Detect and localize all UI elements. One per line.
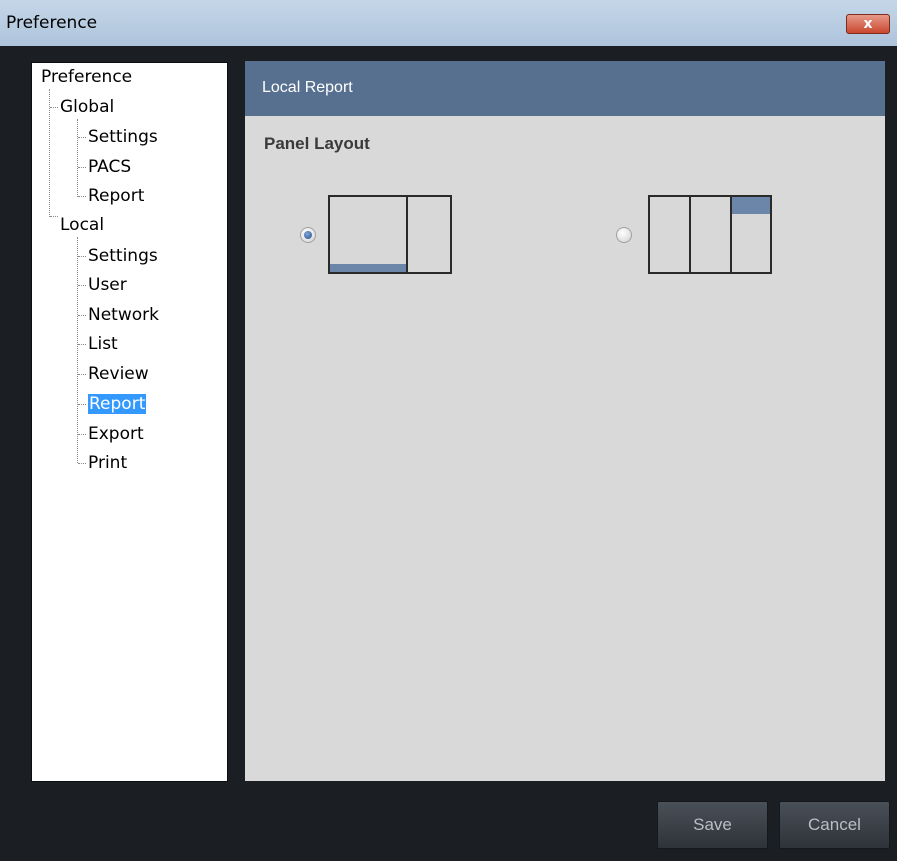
tree-item-label: Export [88, 424, 144, 444]
tree-item-local-print[interactable]: Print [88, 451, 127, 475]
layout-1-bottom-bar [330, 264, 406, 272]
tree-connector [50, 216, 58, 217]
tree-item-label: Report [88, 186, 145, 206]
tree-connector [77, 237, 78, 463]
tree-item-local-network[interactable]: Network [88, 303, 159, 327]
tree-item-local[interactable]: Local [60, 213, 104, 237]
panel-header: Local Report [245, 61, 885, 116]
tree-item-label: Print [88, 453, 128, 473]
panel-title: Local Report [262, 79, 353, 96]
layout-1-main-pane [328, 195, 408, 274]
tree-item-local-list[interactable]: List [88, 332, 118, 356]
tree-item-global-pacs[interactable]: PACS [88, 155, 131, 179]
tree-item-local-review[interactable]: Review [88, 362, 149, 386]
layout-1-radio[interactable] [300, 227, 316, 243]
tree-item-global-report[interactable]: Report [88, 184, 144, 208]
tree-item-label: Report [88, 394, 147, 414]
title-bar[interactable]: Preference x [0, 0, 897, 46]
layout-2-top-bar [732, 197, 770, 214]
tree-item-global[interactable]: Global [60, 95, 114, 119]
tree-connector [78, 137, 86, 138]
preference-tree: Preference Global Settings PACS Report L… [31, 62, 228, 782]
local-report-panel: Local Report Panel Layout [245, 61, 885, 781]
tree-connector [78, 167, 86, 168]
tree-connector [50, 107, 58, 108]
layout-2-pane-2 [689, 195, 732, 274]
tree-connector [78, 463, 86, 464]
window-title: Preference [6, 13, 98, 33]
tree-item-local-user[interactable]: User [88, 273, 127, 297]
tree-connector [78, 344, 86, 345]
tree-item-label: Global [60, 97, 115, 117]
tree-item-label: Preference [41, 67, 133, 87]
layout-2-radio[interactable] [616, 227, 632, 243]
tree-connector [78, 196, 86, 197]
tree-item-local-settings[interactable]: Settings [88, 244, 158, 268]
close-button[interactable]: x [846, 14, 890, 34]
tree-item-label: Network [88, 305, 159, 325]
tree-item-label: PACS [88, 157, 132, 177]
cancel-button-label: Cancel [808, 815, 861, 834]
panel-layout-label: Panel Layout [264, 134, 370, 153]
layout-2-pane-3 [730, 195, 772, 274]
tree-item-local-export[interactable]: Export [88, 422, 144, 446]
save-button[interactable]: Save [657, 801, 768, 849]
layout-1-side-pane [406, 195, 452, 274]
layout-2-pane-1 [648, 195, 691, 274]
layout-2-thumbnail[interactable] [648, 195, 772, 275]
tree-item-label: List [88, 334, 118, 354]
tree-item-label: Settings [88, 127, 158, 147]
tree-item-global-settings[interactable]: Settings [88, 125, 158, 149]
tree-item-label: Local [60, 215, 105, 235]
tree-item-label: Review [88, 364, 149, 384]
tree-item-label: Settings [88, 246, 158, 266]
tree-connector [78, 256, 86, 257]
tree-connector [78, 404, 86, 405]
tree-connector [78, 285, 86, 286]
layout-1-thumbnail[interactable] [328, 195, 453, 275]
tree-connector [78, 434, 86, 435]
save-button-label: Save [693, 815, 732, 834]
cancel-button[interactable]: Cancel [779, 801, 890, 849]
tree-connector [49, 89, 50, 217]
tree-item-local-report[interactable]: Report [88, 392, 147, 416]
preference-window: Preference x Preference Global Settings … [0, 0, 897, 861]
tree-item-label: User [88, 275, 127, 295]
tree-connector [78, 315, 86, 316]
tree-connector [77, 119, 78, 197]
close-icon: x [863, 16, 873, 32]
tree-item-preference[interactable]: Preference [41, 65, 132, 89]
tree-connector [78, 374, 86, 375]
